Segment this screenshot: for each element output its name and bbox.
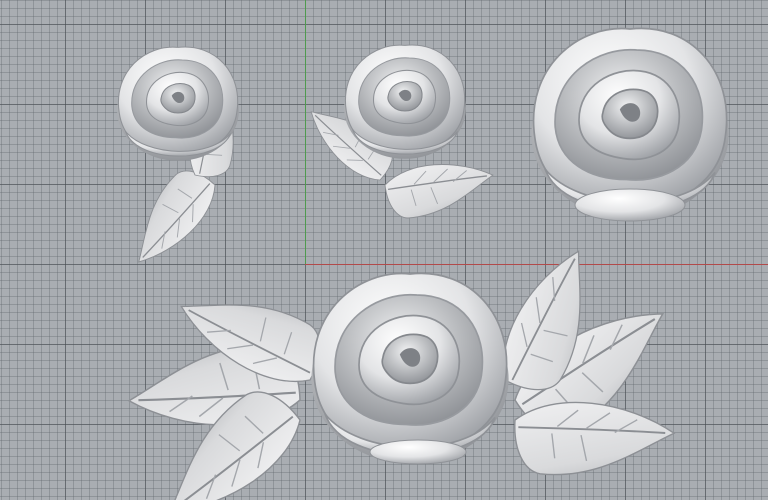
rose-large-model[interactable] (530, 27, 730, 222)
rose-with-leaves-mirrored-model[interactable] (307, 44, 495, 233)
3d-viewport[interactable] (0, 0, 768, 500)
model-layer (109, 27, 730, 500)
rose-garland-model[interactable] (126, 246, 688, 500)
rose-with-leaves-left-model[interactable] (109, 46, 265, 266)
